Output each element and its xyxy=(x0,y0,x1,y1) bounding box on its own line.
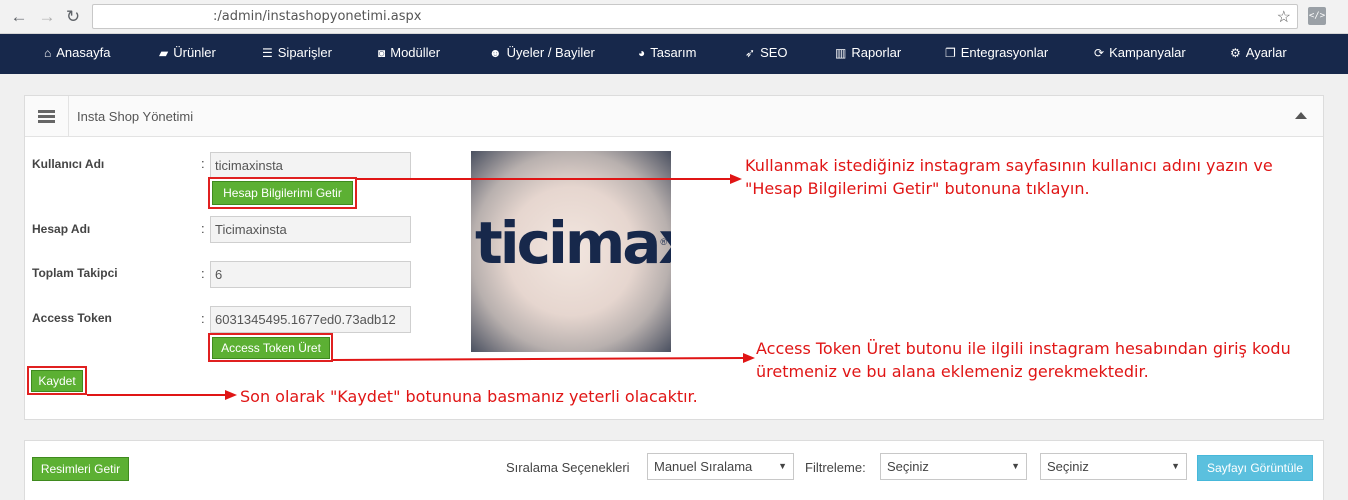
siralama-label: Sıralama Seçenekleri xyxy=(506,460,630,475)
annotation-arrows xyxy=(87,174,755,400)
dropdown-arrow-icon: ▼ xyxy=(778,461,787,471)
filter-select-2[interactable]: Seçiniz ▼ xyxy=(1040,453,1187,480)
select-value: Seçiniz xyxy=(887,459,929,474)
filtreleme-label: Filtreleme: xyxy=(805,460,866,475)
dropdown-arrow-icon: ▼ xyxy=(1171,461,1180,471)
annotation-line: Access Token Üret butonu ile ilgili inst… xyxy=(756,339,1291,358)
arrow-line-2 xyxy=(332,357,745,361)
arrow-head-3 xyxy=(225,390,237,400)
annotation-note-2: Access Token Üret butonu ile ilgili inst… xyxy=(756,337,1291,383)
filter-select-1[interactable]: Seçiniz ▼ xyxy=(880,453,1027,480)
arrow-head-1 xyxy=(730,174,742,184)
dropdown-arrow-icon: ▼ xyxy=(1011,461,1020,471)
select-value: Seçiniz xyxy=(1047,459,1089,474)
annotation-line: Kullanmak istediğiniz instagram sayfasın… xyxy=(745,156,1273,175)
siralama-select[interactable]: Manuel Sıralama ▼ xyxy=(647,453,794,480)
annotation-line: "Hesap Bilgilerimi Getir" butonuna tıkla… xyxy=(745,179,1090,198)
annotation-line: üretmeniz ve bu alana eklemeniz gerekmek… xyxy=(756,362,1149,381)
arrow-head-2 xyxy=(743,353,755,363)
annotation-note-1: Kullanmak istediğiniz instagram sayfasın… xyxy=(745,154,1273,200)
select-value: Manuel Sıralama xyxy=(654,459,753,474)
resimleri-getir-button[interactable]: Resimleri Getir xyxy=(32,457,129,481)
annotation-note-3: Son olarak "Kaydet" botununa basmanız ye… xyxy=(240,387,698,406)
sayfayi-goruntule-button[interactable]: Sayfayı Görüntüle xyxy=(1197,455,1313,481)
